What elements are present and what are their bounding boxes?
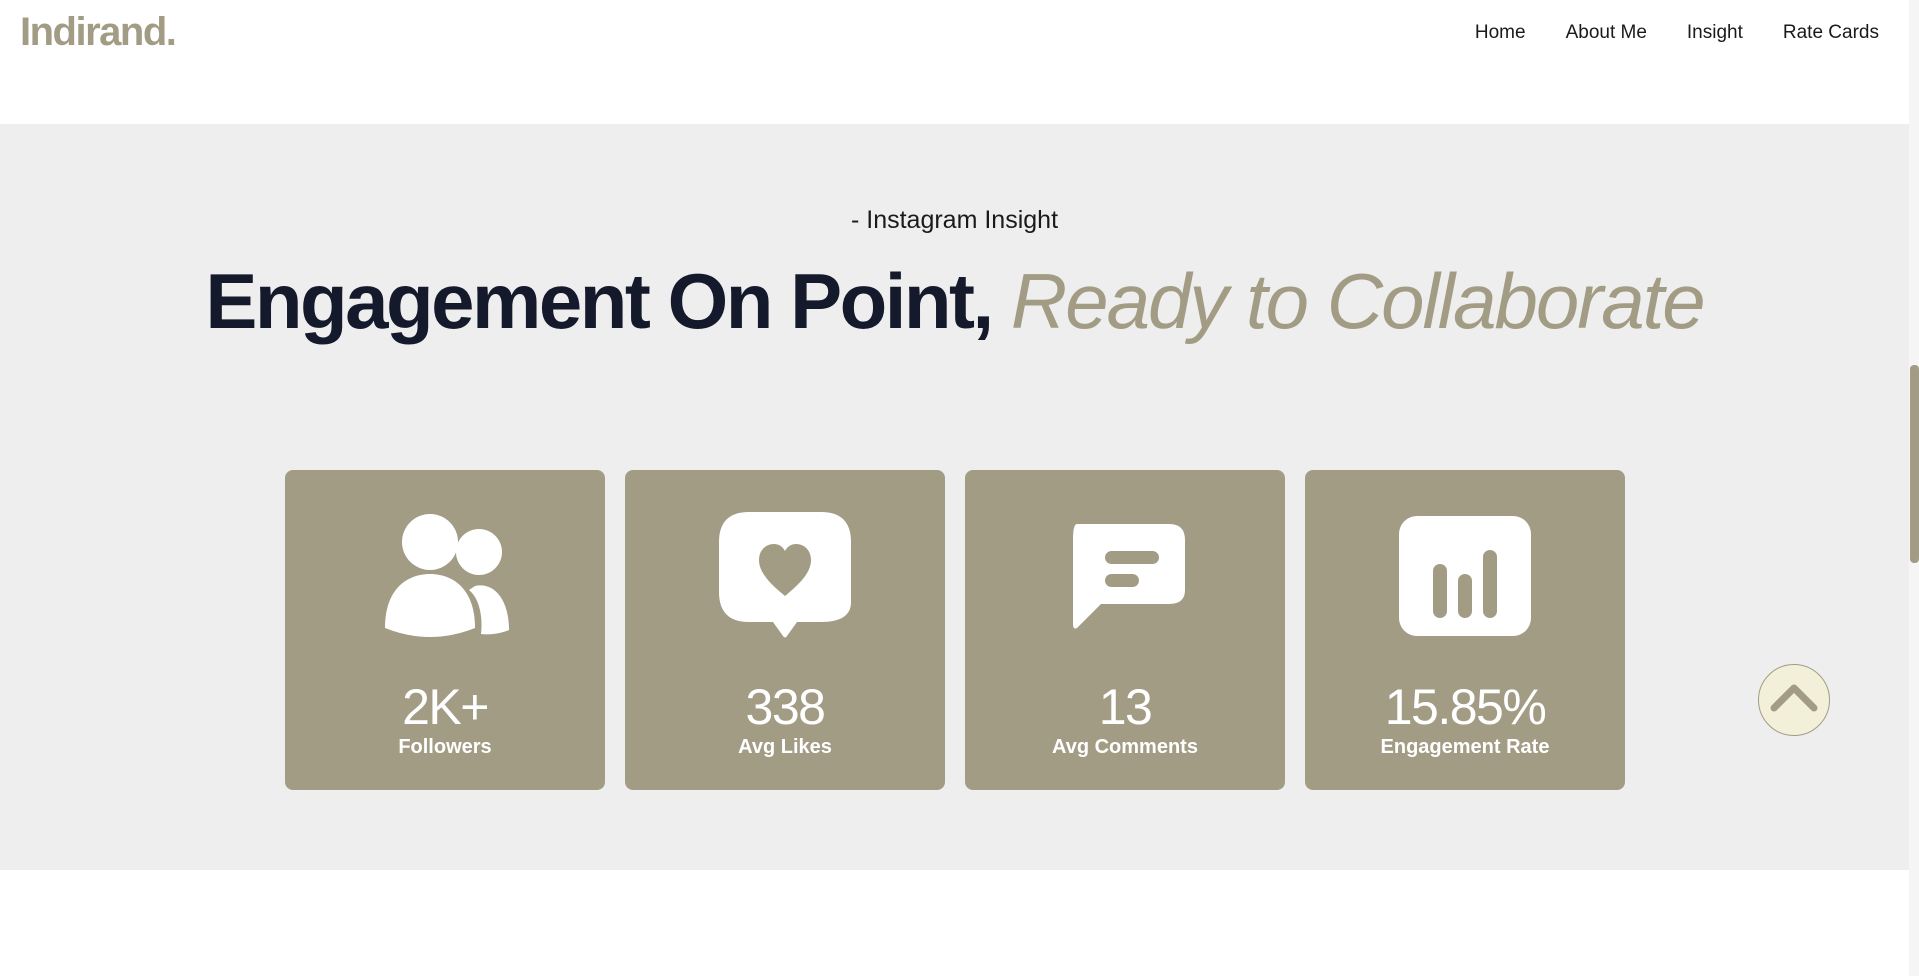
headline-accent: Ready to Collaborate bbox=[1010, 257, 1706, 345]
stat-card-avg-comments: 13 Avg Comments bbox=[965, 470, 1285, 790]
chevron-up-icon bbox=[1770, 684, 1818, 712]
stat-card-avg-likes: 338 Avg Likes bbox=[625, 470, 945, 790]
site-header: Indirand. Home About Me Insight Rate Car… bbox=[0, 0, 1909, 124]
nav-insight[interactable]: Insight bbox=[1687, 22, 1743, 44]
back-to-top-button[interactable] bbox=[1758, 664, 1830, 736]
stat-value: 13 bbox=[1098, 679, 1153, 735]
stat-label: Engagement Rate bbox=[1380, 736, 1550, 758]
main-nav: Home About Me Insight Rate Cards bbox=[1475, 22, 1879, 44]
stat-label: Followers bbox=[398, 736, 492, 758]
comment-icon bbox=[965, 506, 1285, 646]
section-eyebrow: - Instagram Insight bbox=[850, 206, 1059, 234]
nav-about-me[interactable]: About Me bbox=[1566, 22, 1647, 44]
scrollbar-thumb[interactable] bbox=[1910, 365, 1919, 563]
stat-label: Avg Comments bbox=[1052, 736, 1198, 758]
stat-label: Avg Likes bbox=[738, 736, 832, 758]
stat-card-engagement-rate: 15.85% Engagement Rate bbox=[1305, 470, 1625, 790]
page: Indirand. Home About Me Insight Rate Car… bbox=[0, 0, 1919, 976]
logo[interactable]: Indirand. bbox=[20, 10, 177, 55]
nav-rate-cards[interactable]: Rate Cards bbox=[1783, 22, 1879, 44]
heart-message-icon bbox=[625, 506, 945, 646]
followers-icon bbox=[285, 506, 605, 646]
section-headline: Engagement On Point, Ready to Collaborat… bbox=[0, 256, 1909, 347]
stat-card-followers: 2K+ Followers bbox=[285, 470, 605, 790]
nav-home[interactable]: Home bbox=[1475, 22, 1526, 44]
headline-main: Engagement On Point, bbox=[205, 257, 994, 345]
stat-value: 15.85% bbox=[1384, 679, 1547, 735]
stats-cards: 2K+ Followers 338 Avg Likes 13 Avg Comme… bbox=[285, 470, 1625, 790]
stat-value: 2K+ bbox=[402, 679, 489, 735]
insight-section: - Instagram Insight Engagement On Point,… bbox=[0, 124, 1909, 870]
stat-value: 338 bbox=[745, 679, 826, 735]
bar-chart-icon bbox=[1305, 506, 1625, 646]
